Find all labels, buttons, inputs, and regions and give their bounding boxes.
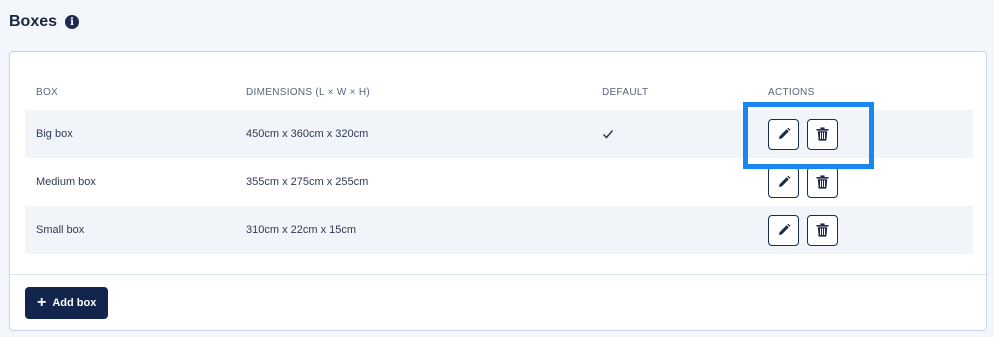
- plus-icon: +: [37, 294, 47, 311]
- box-name: Small box: [36, 224, 85, 236]
- trash-icon: [816, 175, 829, 189]
- edit-button[interactable]: [768, 166, 799, 198]
- table-row: Big box 450cm x 360cm x 320cm: [25, 110, 973, 158]
- row-actions: [768, 110, 838, 158]
- column-header-default: DEFAULT: [602, 86, 649, 98]
- delete-button[interactable]: [807, 166, 838, 198]
- boxes-table: BOX DIMENSIONS (L × W × H) DEFAULT ACTIO…: [25, 74, 973, 254]
- add-box-button[interactable]: + Add box: [25, 287, 109, 319]
- row-actions: [768, 158, 838, 206]
- pencil-icon: [778, 223, 790, 235]
- default-check-cell: [602, 110, 614, 158]
- add-box-label: Add box: [52, 297, 97, 309]
- section-header: Boxes i: [9, 13, 80, 31]
- edit-button[interactable]: [768, 118, 799, 150]
- pencil-icon: [778, 127, 790, 139]
- box-name: Big box: [36, 128, 73, 140]
- edit-button[interactable]: [768, 214, 799, 246]
- column-header-actions: ACTIONS: [768, 86, 815, 98]
- trash-icon: [816, 127, 829, 141]
- boxes-card: BOX DIMENSIONS (L × W × H) DEFAULT ACTIO…: [9, 51, 987, 331]
- checkmark-icon: [602, 130, 614, 139]
- column-header-dimensions: DIMENSIONS (L × W × H): [246, 86, 371, 98]
- info-icon[interactable]: i: [65, 15, 80, 29]
- box-name: Medium box: [36, 176, 96, 188]
- delete-button[interactable]: [807, 214, 838, 246]
- table-row: Medium box 355cm x 275cm x 255cm: [25, 158, 973, 206]
- pencil-icon: [778, 175, 790, 187]
- card-divider: [10, 274, 986, 275]
- trash-icon: [816, 223, 829, 237]
- box-dimensions: 355cm x 275cm x 255cm: [246, 176, 369, 188]
- page-title: Boxes: [9, 13, 58, 30]
- row-actions: [768, 206, 838, 254]
- box-dimensions: 450cm x 360cm x 320cm: [246, 128, 369, 140]
- table-header-row: BOX DIMENSIONS (L × W × H) DEFAULT ACTIO…: [25, 74, 973, 110]
- delete-button[interactable]: [807, 118, 838, 150]
- column-header-box: BOX: [36, 86, 59, 98]
- box-dimensions: 310cm x 22cm x 15cm: [246, 224, 357, 236]
- table-row: Small box 310cm x 22cm x 15cm: [25, 206, 973, 254]
